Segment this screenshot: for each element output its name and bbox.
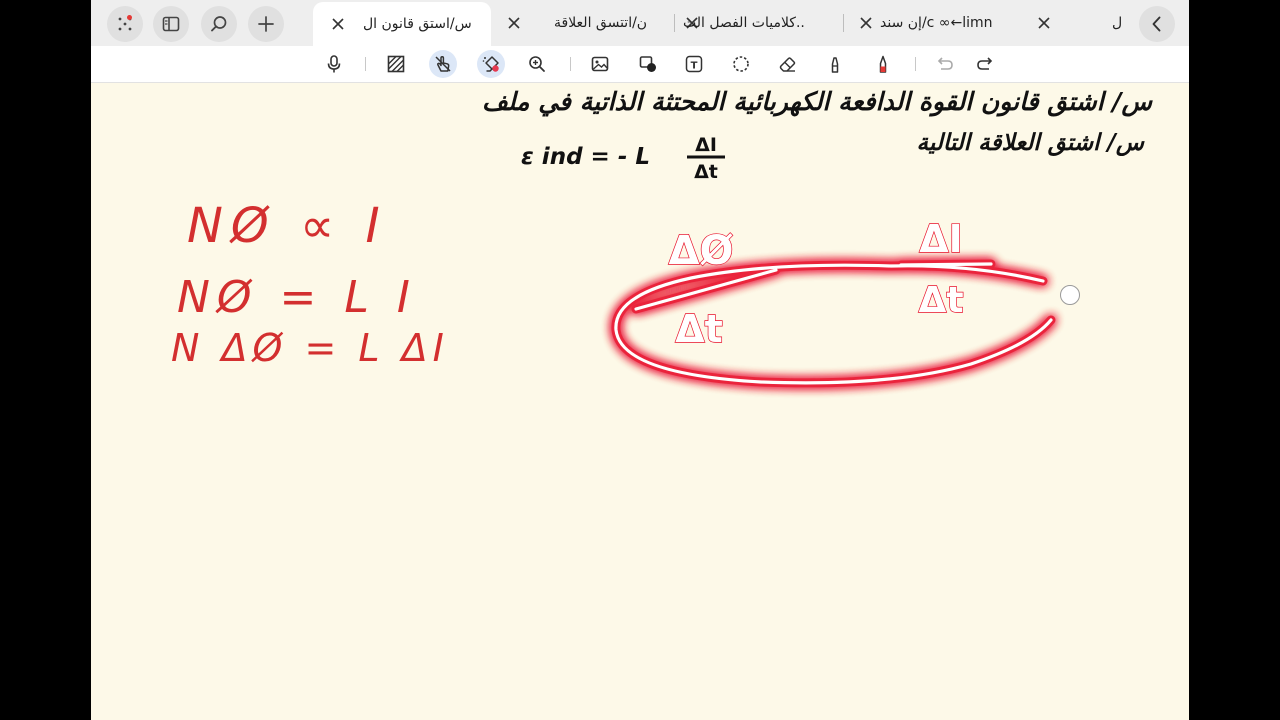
tab-label: ل — [1112, 15, 1123, 31]
pattern-tool[interactable] — [382, 50, 410, 78]
touch-draw-button[interactable] — [429, 50, 457, 78]
shape-button[interactable] — [634, 50, 662, 78]
pen-cursor — [1060, 285, 1080, 305]
svg-text:ΔI: ΔI — [695, 134, 717, 156]
search-button[interactable] — [201, 6, 237, 42]
eraser-icon — [779, 57, 796, 72]
image-button[interactable] — [586, 50, 614, 78]
text-box-icon: T — [685, 55, 703, 73]
tab-label: س/استق قانون ال — [363, 16, 472, 32]
step-1: NØ ∝ I — [187, 198, 388, 254]
back-button[interactable] — [1139, 6, 1175, 42]
tab-5[interactable]: ل — [1035, 0, 1135, 46]
touch-draw-icon — [435, 56, 451, 72]
zoom-button[interactable] — [523, 50, 551, 78]
image-icon — [591, 56, 609, 72]
svg-text:ε ind = - L: ε ind = - L — [521, 144, 650, 170]
sidebar-toggle-button[interactable] — [153, 6, 189, 42]
redo-button[interactable] — [971, 50, 999, 78]
apps-grid-button[interactable] — [107, 6, 143, 42]
text-box-button[interactable]: T — [680, 50, 708, 78]
svg-text:T: T — [691, 60, 698, 71]
tab-divider — [843, 14, 844, 32]
highlighter-button[interactable] — [477, 50, 505, 78]
plus-icon — [258, 16, 274, 32]
search-icon — [211, 16, 227, 32]
step-3: N ΔØ = L ΔI — [171, 326, 449, 370]
toolbar-divider — [915, 57, 916, 71]
question-2: س/ اشتق العلاقة التالية — [916, 130, 1144, 156]
glow-right-denominator: Δt — [918, 280, 963, 321]
tab-label: إن سند/c ∞←limn — [880, 15, 993, 31]
pen-button[interactable] — [869, 50, 897, 78]
tab-active[interactable]: س/استق قانون ال — [313, 2, 491, 46]
step-2: NØ = L I — [177, 272, 417, 323]
tab-2[interactable]: ن/اتتسق العلاقة — [503, 0, 673, 46]
notification-dot — [127, 15, 132, 20]
undo-button[interactable] — [931, 50, 959, 78]
close-icon[interactable] — [859, 16, 873, 30]
tab-4[interactable]: إن سند/c ∞←limn — [856, 0, 1026, 46]
target-equation: ε ind = - L ΔI Δt — [521, 134, 725, 183]
dictation-button[interactable] — [320, 50, 348, 78]
note-canvas[interactable]: س/ اشتق قانون القوة الدافعة الكهربائية ا… — [91, 82, 1189, 720]
drawing-toolbar: T — [91, 46, 1189, 83]
glow-right-numerator: ΔI — [919, 217, 963, 261]
tab-bar: س/استق قانون ال ن/اتتسق العلاقة كلاميات … — [91, 0, 1189, 46]
highlighter-icon — [482, 56, 499, 72]
question-1: س/ اشتق قانون القوة الدافعة الكهربائية ا… — [481, 87, 1152, 116]
chevron-left-icon — [1152, 16, 1161, 32]
close-icon[interactable] — [507, 16, 521, 30]
hatch-icon — [387, 55, 405, 73]
lasso-button[interactable] — [727, 50, 755, 78]
close-icon[interactable] — [331, 17, 345, 31]
dots-grid-icon — [118, 17, 132, 31]
mic-icon — [327, 55, 341, 73]
svg-text:Δt: Δt — [694, 161, 718, 183]
glow-annotation: ΔØ Δt ΔI Δt — [611, 216, 1056, 388]
eraser-button[interactable] — [774, 50, 802, 78]
tab-label: كلاميات الفصل الث.. — [683, 15, 805, 31]
undo-icon — [937, 57, 953, 70]
marker-button[interactable] — [821, 50, 849, 78]
tab-divider — [674, 14, 675, 32]
new-tab-button[interactable] — [248, 6, 284, 42]
close-icon[interactable] — [1037, 16, 1051, 30]
lasso-icon — [733, 56, 749, 72]
redo-icon — [977, 57, 993, 70]
toolbar-divider — [365, 57, 366, 71]
marker-icon — [831, 57, 839, 73]
sidebar-icon — [162, 16, 180, 32]
tab-label: ن/اتتسق العلاقة — [554, 15, 648, 31]
toolbar-divider — [570, 57, 571, 71]
tab-3[interactable]: كلاميات الفصل الث.. — [681, 0, 851, 46]
pen-icon — [879, 55, 887, 73]
glow-left-numerator: ΔØ — [669, 228, 734, 274]
zoom-icon — [529, 56, 545, 72]
glow-left-denominator: Δt — [675, 307, 723, 351]
notes-app: س/استق قانون ال ن/اتتسق العلاقة كلاميات … — [91, 0, 1189, 720]
shape-icon — [639, 56, 656, 72]
